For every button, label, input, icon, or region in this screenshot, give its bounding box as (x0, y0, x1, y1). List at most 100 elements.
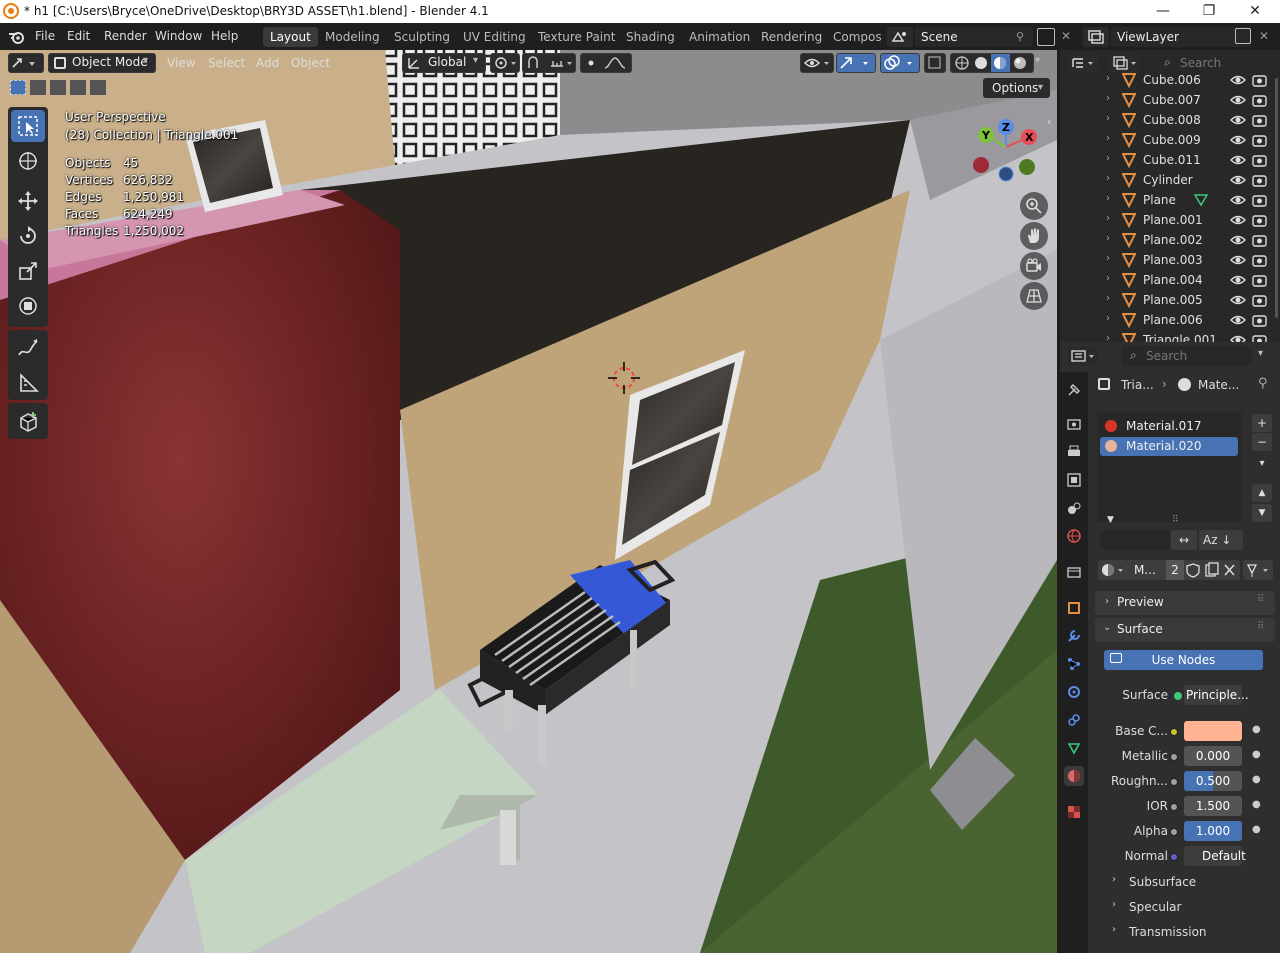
metallic-field[interactable]: 0.000 (1184, 746, 1242, 766)
sidebar-toggle-icon[interactable]: ‹ (1047, 115, 1051, 128)
link-dropdown[interactable] (1243, 560, 1273, 580)
minimize-button[interactable]: — (1140, 0, 1186, 23)
camera-render-icon[interactable] (1252, 73, 1268, 87)
tab-modeling[interactable]: Modeling (318, 27, 387, 47)
material-slot-item[interactable]: Material.020 (1100, 437, 1238, 456)
sort-reverse-icon[interactable]: ↔ (1171, 530, 1197, 550)
new-scene-icon[interactable] (1037, 28, 1055, 46)
tab-material[interactable] (1064, 766, 1084, 786)
expand-arrow-icon[interactable]: › (1106, 93, 1110, 104)
select-extend-icon[interactable] (30, 80, 46, 95)
expand-arrow-icon[interactable]: › (1106, 253, 1110, 264)
shading-mode-group[interactable] (950, 53, 1034, 73)
tab-data[interactable] (1064, 738, 1084, 758)
pan-button[interactable] (1020, 222, 1048, 250)
transmission-section[interactable]: Transmission (1129, 925, 1207, 939)
remove-slot-icon[interactable]: − (1252, 433, 1272, 451)
tab-view-layer[interactable] (1064, 470, 1084, 490)
base-color-swatch[interactable] (1184, 721, 1242, 741)
expand-arrow-icon[interactable]: › (1106, 133, 1110, 144)
eye-icon[interactable] (1230, 133, 1246, 147)
pin-scene-icon[interactable]: ⚲ (1016, 30, 1024, 43)
scene-selector-button[interactable] (887, 27, 913, 47)
gizmo-neg-z[interactable] (998, 166, 1014, 182)
eye-icon[interactable] (1230, 173, 1246, 187)
cursor-tool[interactable] (11, 145, 45, 177)
mode-dropdown[interactable]: Object Mode ▾ (48, 53, 156, 73)
eye-icon[interactable] (1230, 93, 1246, 107)
tab-uv-editing[interactable]: UV Editing (456, 27, 533, 47)
specular-section[interactable]: Specular (1129, 900, 1181, 914)
camera-render-icon[interactable] (1252, 213, 1268, 227)
resize-handle-icon[interactable]: ⠿ (1172, 515, 1179, 525)
outliner-item[interactable]: › Plane.003 (1060, 250, 1268, 270)
surface-shader-field[interactable]: Principle... (1184, 685, 1249, 705)
expand-list-icon[interactable]: ▼ (1107, 515, 1114, 525)
keyframe-dot-icon[interactable]: ● (1252, 724, 1261, 735)
eye-icon[interactable] (1230, 213, 1246, 227)
transform-tool[interactable] (11, 290, 45, 322)
move-slot-up-icon[interactable]: ▲ (1252, 484, 1272, 502)
blender-menu-icon[interactable] (8, 29, 26, 45)
tab-compositing[interactable]: Compos (826, 27, 889, 47)
expand-arrow-icon[interactable]: › (1106, 113, 1110, 124)
menu-render[interactable]: Render (104, 29, 147, 43)
user-count[interactable]: 2 (1166, 560, 1184, 580)
add-slot-icon[interactable]: + (1252, 414, 1272, 432)
camera-render-icon[interactable] (1252, 173, 1268, 187)
keyframe-dot-icon[interactable]: ● (1252, 749, 1261, 760)
outliner-item[interactable]: › Cube.006 (1060, 70, 1268, 90)
outliner-item[interactable]: › Plane.006 (1060, 310, 1268, 330)
navigation-gizmo[interactable]: Z X Y (965, 115, 1045, 190)
outliner-item[interactable]: › Cube.009 (1060, 130, 1268, 150)
eye-icon[interactable] (1230, 293, 1246, 307)
keyframe-dot-icon[interactable]: ● (1252, 799, 1261, 810)
visibility-dropdown[interactable] (800, 53, 834, 73)
camera-render-icon[interactable] (1252, 113, 1268, 127)
expand-arrow-icon[interactable]: › (1106, 293, 1110, 304)
eye-icon[interactable] (1230, 193, 1246, 207)
tab-layout[interactable]: Layout (263, 27, 318, 47)
filter-icon[interactable] (1269, 54, 1277, 70)
surface-panel-header[interactable]: ⌄ Surface ⠿ (1095, 618, 1275, 642)
xray-toggle[interactable] (924, 53, 946, 73)
menu-view[interactable]: View (167, 53, 195, 73)
eye-icon[interactable] (1230, 153, 1246, 167)
gizmo-toggle[interactable] (836, 53, 876, 73)
expand-arrow-icon[interactable]: › (1106, 73, 1110, 84)
add-cube-tool[interactable] (11, 405, 45, 437)
eye-icon[interactable] (1230, 73, 1246, 87)
menu-object[interactable]: Object (291, 53, 330, 73)
properties-search-input[interactable]: Search (1122, 346, 1252, 366)
new-viewlayer-icon[interactable] (1235, 28, 1251, 44)
expand-arrow-icon[interactable]: › (1106, 153, 1110, 164)
chevron-down-icon[interactable]: ▾ (1258, 348, 1263, 359)
tab-shading[interactable]: Shading (619, 27, 682, 47)
expand-arrow-icon[interactable]: › (1106, 313, 1110, 324)
select-invert-icon[interactable] (70, 80, 86, 95)
close-button[interactable]: ✕ (1232, 0, 1278, 23)
select-new-icon[interactable] (10, 80, 26, 95)
outliner-item[interactable]: › Plane.002 (1060, 230, 1268, 250)
material-slot-item[interactable]: Material.017 (1100, 417, 1238, 436)
normal-field[interactable]: Default (1184, 846, 1246, 866)
sort-alpha-icon[interactable]: Aᴢ ↓ (1199, 530, 1243, 550)
drag-handle-icon[interactable]: ⠿ (1257, 621, 1264, 632)
outliner-item[interactable]: › Plane.001 (1060, 210, 1268, 230)
scale-tool[interactable] (11, 255, 45, 287)
orientation-dropdown[interactable]: Global ▾ (402, 53, 486, 73)
menu-file[interactable]: File (35, 29, 55, 43)
roughness-slider[interactable]: 0.500 (1184, 771, 1242, 791)
use-nodes-button[interactable]: Use Nodes (1104, 650, 1263, 670)
remove-viewlayer-icon[interactable]: ✕ (1259, 29, 1269, 43)
gizmo-neg-y[interactable] (1019, 159, 1035, 175)
tab-output[interactable] (1064, 442, 1084, 462)
expand-arrow-icon[interactable]: › (1106, 193, 1110, 204)
tab-physics[interactable] (1064, 682, 1084, 702)
move-tool[interactable] (11, 185, 45, 217)
browse-material-button[interactable] (1098, 560, 1128, 580)
slot-filter-input[interactable] (1100, 530, 1170, 550)
overlays-toggle[interactable] (880, 53, 920, 73)
keyframe-dot-icon[interactable]: ● (1252, 824, 1261, 835)
remove-scene-icon[interactable]: ✕ (1061, 29, 1071, 43)
